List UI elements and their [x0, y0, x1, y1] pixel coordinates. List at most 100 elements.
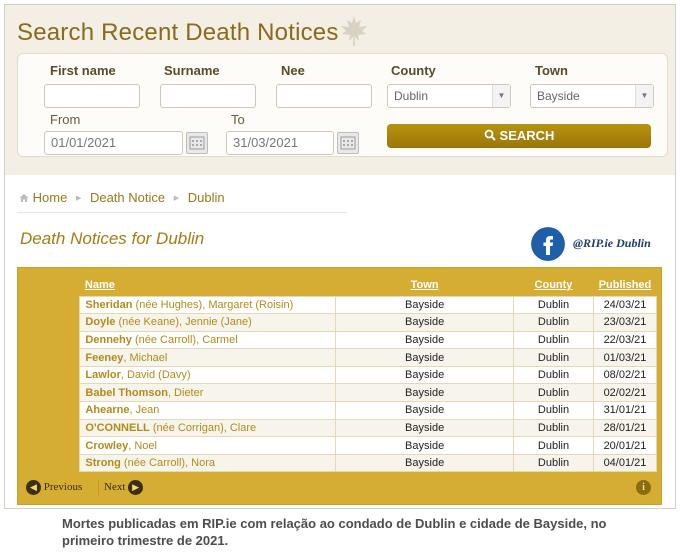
breadcrumb-death-notice[interactable]: Death Notice: [90, 190, 165, 205]
table-row[interactable]: Ahearne, Jean Bayside Dublin 31/01/21: [22, 401, 658, 420]
next-label: Next: [104, 481, 126, 494]
town-select-value: Bayside: [537, 89, 580, 103]
published-cell: 23/03/21: [592, 313, 658, 332]
name-cell[interactable]: Doyle (née Keane), Jennie (Jane): [79, 313, 337, 332]
given-name-text[interactable]: , Michael: [123, 352, 167, 364]
table-row[interactable]: Sheridan (née Hughes), Margaret (Roisin)…: [22, 295, 658, 315]
table-row[interactable]: Babel Thomson, Dieter Bayside Dublin 02/02/…: [22, 383, 658, 403]
surname-text[interactable]: O'CONNELL: [85, 422, 149, 434]
surname-text[interactable]: Feeney: [85, 352, 123, 364]
to-date-field[interactable]: 31/03/2021: [226, 131, 334, 155]
row-spacer: [22, 331, 80, 349]
first-name-field[interactable]: [44, 84, 140, 108]
column-header-county[interactable]: County: [514, 274, 594, 296]
surname-text[interactable]: Crowley: [85, 440, 128, 452]
from-date-field[interactable]: 01/01/2021: [44, 131, 183, 155]
calendar-icon[interactable]: [186, 132, 208, 154]
published-cell: 24/03/21: [592, 295, 658, 315]
notices-table: Name Town County Published Sheridan (née…: [22, 274, 658, 473]
next-button[interactable]: Next ▶: [104, 480, 144, 495]
row-spacer: [22, 402, 80, 420]
given-name-text[interactable]: , Jean: [129, 404, 159, 416]
table-row[interactable]: Doyle (née Keane), Jennie (Jane) Bayside D…: [22, 313, 658, 332]
row-spacer: [22, 349, 80, 367]
row-spacer: [22, 419, 80, 437]
previous-button[interactable]: ◀ Previous: [26, 480, 82, 495]
name-cell[interactable]: Babel Thomson, Dieter: [79, 383, 337, 403]
published-cell: 28/01/21: [592, 418, 658, 438]
given-name-text[interactable]: (née Hughes), Margaret (Roisin): [133, 299, 294, 311]
maple-leaf-icon: [341, 16, 367, 46]
search-button[interactable]: SEARCH: [387, 124, 651, 148]
notices-table-panel: Name Town County Published Sheridan (née…: [17, 267, 662, 505]
previous-label: Previous: [43, 481, 83, 494]
chevron-down-icon[interactable]: ▼: [492, 85, 510, 107]
surname-text[interactable]: Dennehy: [85, 334, 131, 346]
facebook-icon[interactable]: [531, 227, 565, 261]
county-cell: Dublin: [513, 365, 594, 385]
given-name-text[interactable]: , David (Davy): [121, 369, 191, 381]
published-cell: 22/03/21: [592, 330, 658, 350]
county-cell: Dublin: [513, 418, 594, 438]
county-cell: Dublin: [513, 436, 594, 455]
county-cell: Dublin: [513, 401, 594, 420]
surname-text[interactable]: Lawlor: [85, 369, 120, 381]
given-name-text[interactable]: (née Carroll), Carmel: [132, 334, 238, 346]
from-label: From: [50, 112, 81, 127]
surname-text[interactable]: Doyle: [85, 316, 115, 328]
surname-field[interactable]: [160, 84, 256, 108]
breadcrumb-dublin[interactable]: Dublin: [188, 190, 225, 205]
table-row[interactable]: Dennehy (née Carroll), Carmel Bayside Dubl…: [22, 330, 658, 350]
table-row[interactable]: O'CONNELL (née Corrigan), Clare Bayside Du…: [22, 418, 658, 438]
name-cell[interactable]: Crowley, Noel: [79, 436, 337, 455]
name-cell[interactable]: Dennehy (née Carroll), Carmel: [79, 330, 337, 350]
nee-field[interactable]: [276, 84, 372, 108]
facebook-handle[interactable]: @RIP.ie Dublin: [573, 236, 651, 251]
home-icon: [19, 193, 29, 202]
search-panel: Search Recent Death Notices First name S…: [5, 5, 675, 175]
column-header-name[interactable]: Name: [80, 274, 336, 296]
surname-text[interactable]: Babel Thomson: [85, 387, 168, 399]
calendar-icon[interactable]: [337, 132, 359, 154]
surname-text[interactable]: Strong: [85, 457, 120, 469]
surname-text[interactable]: Sheridan: [85, 299, 132, 311]
county-label: County: [391, 63, 436, 78]
surname-text[interactable]: Ahearne: [85, 404, 129, 416]
breadcrumb-home[interactable]: Home: [33, 190, 68, 205]
county-cell: Dublin: [513, 313, 594, 332]
name-cell[interactable]: Ahearne, Jean: [79, 401, 337, 420]
published-cell: 02/02/21: [592, 383, 658, 403]
county-cell: Dublin: [513, 453, 594, 473]
breadcrumb: Home ▶ Death Notice ▶ Dublin: [19, 189, 225, 205]
nee-label: Nee: [281, 63, 305, 78]
given-name-text[interactable]: , Noel: [128, 440, 157, 452]
county-select-value: Dublin: [394, 89, 429, 103]
given-name-text[interactable]: (née Keane), Jennie (Jane): [115, 316, 251, 328]
info-icon[interactable]: i: [636, 480, 651, 495]
name-cell[interactable]: Strong (née Carroll), Nora: [79, 453, 337, 473]
given-name-text[interactable]: (née Corrigan), Clare: [150, 422, 256, 434]
table-row[interactable]: Feeney, Michael Bayside Dublin 01/03/21: [22, 348, 658, 367]
table-row[interactable]: Strong (née Carroll), Nora Bayside Dublin 0…: [22, 453, 658, 473]
to-label: To: [231, 112, 245, 127]
town-cell: Bayside: [335, 313, 515, 332]
given-name-text[interactable]: (née Carroll), Nora: [121, 457, 215, 469]
column-header-published[interactable]: Published: [593, 274, 656, 296]
county-select[interactable]: Dublin ▼: [387, 84, 511, 108]
row-spacer: [22, 437, 80, 455]
pager-divider: [98, 480, 99, 495]
town-cell: Bayside: [335, 418, 515, 438]
town-label: Town: [535, 63, 568, 78]
town-select[interactable]: Bayside ▼: [530, 84, 654, 108]
name-cell[interactable]: O'CONNELL (née Corrigan), Clare: [79, 418, 337, 438]
section-title: Death Notices for Dublin: [20, 229, 205, 248]
name-cell[interactable]: Feeney, Michael: [79, 348, 337, 367]
column-header-town[interactable]: Town: [336, 274, 514, 296]
table-row[interactable]: Lawlor, David (Davy) Bayside Dublin 08/02/2…: [22, 365, 658, 385]
chevron-down-icon[interactable]: ▼: [635, 85, 653, 107]
name-cell[interactable]: Sheridan (née Hughes), Margaret (Roisin): [79, 295, 337, 315]
name-cell[interactable]: Lawlor, David (Davy): [79, 365, 337, 385]
first-name-label: First name: [50, 63, 116, 78]
given-name-text[interactable]: , Dieter: [168, 387, 203, 399]
table-row[interactable]: Crowley, Noel Bayside Dublin 20/01/21: [22, 436, 658, 455]
